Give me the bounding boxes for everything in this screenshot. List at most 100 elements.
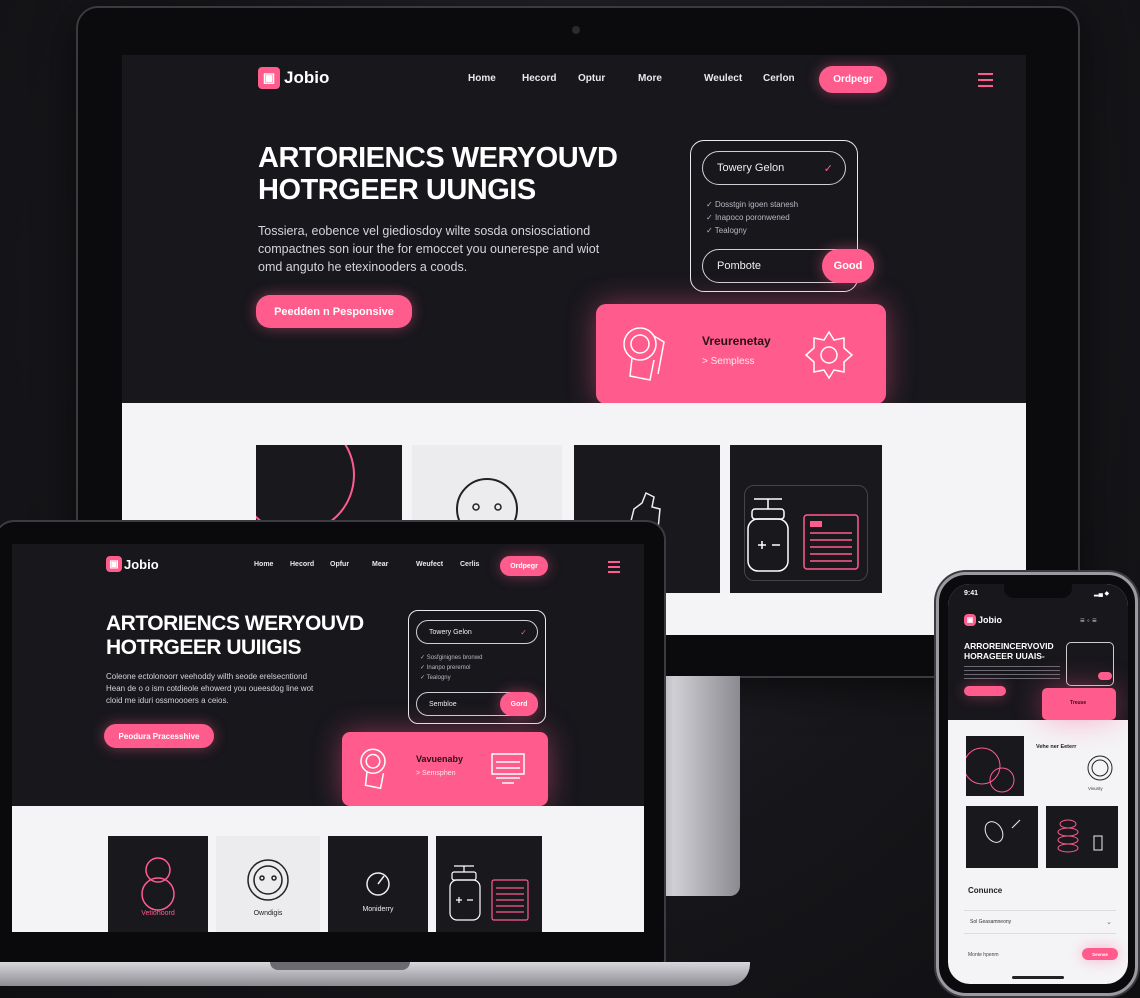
laptop-hero-body-line1: Coleone ectolonoorr veehoddy wilth seode…: [106, 672, 308, 681]
laptop-menu-icon[interactable]: [608, 561, 620, 577]
laptop-nav-weufect[interactable]: Weufect: [416, 561, 443, 568]
laptop-hero-title-line1: ARTORIENCS WERYOUVD: [106, 612, 364, 635]
laptop-hero-button[interactable]: Peodura Pracesshive: [104, 724, 214, 748]
laptop-lightbulb-icon: [360, 748, 386, 790]
laptop-nav-mear[interactable]: Mear: [372, 561, 388, 568]
phone-hero-body: [964, 666, 1060, 680]
desktop-nav-record[interactable]: Hecord: [522, 73, 556, 84]
phone-logo-mark[interactable]: ▣: [964, 614, 976, 626]
desktop-form-select[interactable]: Towery Gelon ✓: [702, 151, 846, 185]
laptop-tile-3[interactable]: Moniderry: [328, 836, 428, 932]
phone-card-title: Vehe ner Eeterr: [1036, 744, 1077, 750]
laptop-tile-4[interactable]: [436, 836, 542, 932]
phone-hero-button[interactable]: [964, 686, 1006, 696]
phone-menu-icon[interactable]: ≡ ◦ ≡: [1080, 616, 1097, 625]
laptop-gauge-icon: [366, 872, 390, 896]
desktop-form-check-1[interactable]: ✓ Dosstgin igoen stanesh: [706, 200, 798, 209]
desktop-form-check-2[interactable]: ✓ Inapoco poronwened: [706, 213, 790, 222]
laptop-brand[interactable]: Jobio: [124, 557, 159, 572]
desktop-hero-body-line1: Tossiera, eobence vel giediosdoy wilte s…: [258, 224, 591, 238]
desktop-form-check-3-label: Tealogny: [714, 226, 747, 235]
phone-hero-title-line1: ARROREINCERVOVID: [964, 641, 1054, 651]
laptop-battery-doc-icon: [449, 865, 529, 921]
chevron-down-icon: ⌄: [1106, 919, 1112, 926]
desktop-form-submit[interactable]: Good: [822, 249, 874, 283]
phone-outlet-icon: [1087, 755, 1113, 781]
desktop-cta-button[interactable]: Ordpegr: [819, 66, 887, 93]
laptop-tile-1[interactable]: Vetiohoord: [108, 836, 208, 932]
desktop-form-check-3[interactable]: ✓ Tealogny: [706, 226, 747, 235]
laptop-form-check-1[interactable]: ✓ Sosfginignes bronwd: [420, 654, 482, 661]
phone-tile-1[interactable]: [966, 736, 1024, 796]
laptop-hero-body-line3: cloid me iduri ossmoooers a ceios.: [106, 696, 229, 705]
phone-brand[interactable]: Jobio: [978, 615, 1002, 625]
phone-section-title: Conunce: [968, 886, 1003, 895]
desktop-hero-title-line1: ARTORIENCS WERYOUVD: [258, 142, 618, 174]
phone-footer-label: Monte hpenm: [968, 952, 999, 958]
phone-status-icons: ▂▄ ◆: [1094, 591, 1110, 597]
phone-leaf-icon: [984, 819, 1021, 843]
desktop-pink-card-title: Vreurenetay: [702, 334, 771, 348]
phone-pink-card-label: Treuse: [1070, 700, 1087, 706]
desktop-hero-title-line2: HOTRGEER UUNGIS: [258, 174, 536, 206]
desktop-nav-cerlon[interactable]: Cerlon: [763, 73, 795, 84]
laptop-form-input-value: Sembloe: [429, 700, 457, 708]
phone-form-submit[interactable]: [1098, 672, 1112, 680]
laptop-tile-1-label: Vetiohoord: [141, 910, 175, 917]
desktop-hero-body-line3: omd anguto he etexinooders a coods.: [258, 260, 468, 274]
laptop-form-check-3[interactable]: ✓ Tealogny: [420, 674, 451, 681]
laptop-nav-record[interactable]: Hecord: [290, 561, 314, 568]
laptop-form-check-3-label: Tealogny: [426, 675, 451, 681]
desktop-form-input-value: Pombote: [717, 260, 762, 272]
desktop-lightbulb-icon: [623, 327, 665, 381]
phone-stack-icon: [1057, 819, 1103, 853]
desktop-logo-mark[interactable]: ▣: [258, 67, 280, 89]
desktop-pink-card-sub[interactable]: > Sempless: [702, 356, 755, 367]
desktop-nav-more[interactable]: More: [638, 73, 662, 84]
laptop-notch: [270, 962, 410, 970]
desktop-hero-button[interactable]: Peedden n Pesponsive: [256, 295, 412, 328]
phone-select-value: Sol Geasamneony: [970, 919, 1012, 925]
laptop-pink-card-title: Vavuenaby: [416, 754, 464, 764]
laptop-cta-button[interactable]: Ordpegr: [500, 556, 548, 576]
laptop-logo-mark[interactable]: ▣: [106, 556, 122, 572]
desktop-form-check-2-label: Inapoco poronwened: [714, 213, 790, 222]
laptop-pink-card[interactable]: Vavuenaby > Semsphen: [342, 732, 548, 806]
laptop-screen: ▣ Jobio Home Hecord Opfur Mear Weufect C…: [12, 544, 644, 932]
desktop-brand[interactable]: Jobio: [284, 68, 329, 88]
laptop-nav-opfur[interactable]: Opfur: [330, 561, 349, 568]
phone-pink-card[interactable]: Treuse: [1042, 688, 1116, 720]
desktop-menu-icon[interactable]: [978, 73, 993, 91]
desktop-pink-card[interactable]: Vreurenetay > Sempless: [596, 304, 886, 404]
phone-footer-button[interactable]: Sevnse: [1082, 948, 1118, 960]
laptop-form-check-2[interactable]: ✓ Inanpo preremol: [420, 664, 470, 671]
phone-card-sub: Vivunty: [1088, 786, 1103, 791]
desktop-gear-icon: [804, 330, 854, 380]
phone-tile-2[interactable]: [966, 806, 1038, 868]
laptop-monitor-icon: [491, 753, 525, 784]
phone-circle-art-icon: [966, 747, 1015, 793]
laptop-hero-body-line2: Hean de o o ism cotdieole ehowerd you ou…: [106, 684, 314, 693]
desktop-form-check-1-label: Dosstgin igoen stanesh: [714, 200, 799, 209]
phone-home-indicator[interactable]: [1012, 976, 1064, 979]
monitor-camera: [572, 26, 580, 34]
desktop-tile-4[interactable]: [730, 445, 882, 593]
desktop-nav-home[interactable]: Home: [468, 73, 496, 84]
desktop-hero-body-line2: compactnes son iour the for emoccet you …: [258, 242, 600, 256]
laptop-nav-cerlis[interactable]: Cerlis: [460, 561, 479, 568]
chevron-down-icon: ✓: [823, 162, 833, 175]
desktop-form-select-value: Towery Gelon: [717, 162, 785, 174]
laptop-tile-2-label: Owndigis: [253, 910, 283, 917]
laptop-tile-2[interactable]: Owndigis: [216, 836, 320, 932]
laptop-pink-card-sub[interactable]: > Semsphen: [416, 770, 456, 777]
laptop-form-submit[interactable]: Gord: [500, 692, 538, 716]
laptop-nav-home[interactable]: Home: [254, 561, 273, 568]
phone-tile-3[interactable]: [1046, 806, 1118, 868]
laptop-figure-icon: [141, 857, 175, 911]
laptop-form-select[interactable]: Towery Gelon ✓: [416, 620, 538, 644]
desktop-nav-optur[interactable]: Optur: [578, 73, 605, 84]
laptop-form-check-1-label: Sosfginignes bronwd: [426, 655, 483, 661]
desktop-nav-weulect[interactable]: Weulect: [704, 73, 742, 84]
phone-time: 9:41: [964, 590, 979, 597]
phone-select[interactable]: Sol Geasamneony ⌄: [964, 910, 1116, 934]
